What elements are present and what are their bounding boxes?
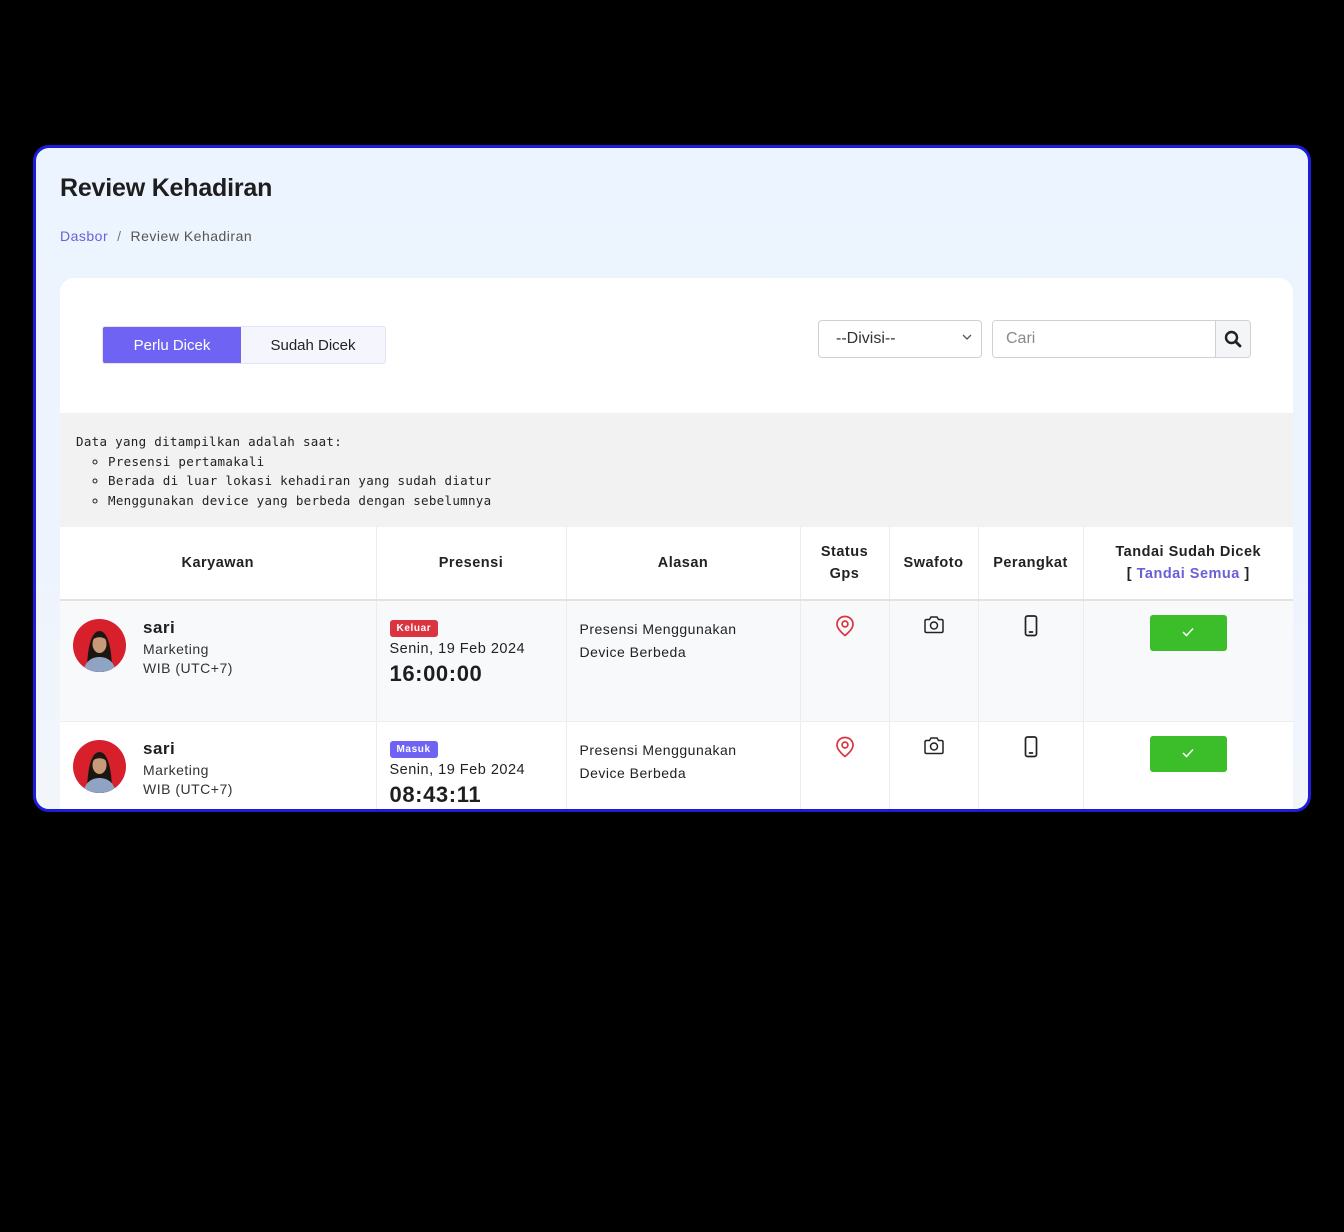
col-header-attendance: Presensi bbox=[376, 527, 567, 601]
search-input[interactable] bbox=[993, 321, 1215, 357]
employee-division: Marketing bbox=[143, 762, 209, 778]
camera-icon[interactable] bbox=[923, 615, 945, 635]
status-badge: Masuk bbox=[389, 741, 438, 758]
attendance-date: Senin, 19 Feb 2024 bbox=[389, 762, 526, 778]
status-badge: Keluar bbox=[389, 620, 439, 637]
col-header-mark-label: Tandai Sudah Dicek bbox=[1115, 544, 1262, 560]
col-header-selfie: Swafoto bbox=[889, 527, 979, 601]
person-photo-icon bbox=[83, 752, 116, 793]
mark-all-wrapper: [ Tandai Semua ] bbox=[1085, 563, 1293, 585]
device-cell bbox=[978, 721, 1084, 809]
col-header-reason: Alasan bbox=[566, 527, 801, 601]
breadcrumb-current: Review Kehadiran bbox=[130, 228, 253, 244]
map-pin-icon[interactable] bbox=[835, 615, 855, 637]
reason-text: Presensi Menggunakan Device Berbeda bbox=[579, 742, 737, 781]
breadcrumb-separator: / bbox=[117, 228, 122, 244]
breadcrumb: Dasbor / Review Kehadiran bbox=[60, 228, 252, 244]
device-cell bbox=[978, 600, 1084, 722]
gps-cell bbox=[800, 600, 890, 722]
reason-cell: Presensi Menggunakan Device Berbeda bbox=[566, 721, 801, 809]
tab-sudah-dicek[interactable]: Sudah Dicek bbox=[241, 327, 385, 363]
bracket-close: ] bbox=[1244, 566, 1250, 582]
attendance-time: 08:43:11 bbox=[389, 782, 482, 807]
mark-cell bbox=[1083, 721, 1293, 809]
employee-name: sari bbox=[143, 618, 176, 637]
attendance-time: 16:00:00 bbox=[389, 661, 483, 686]
attendance-table: Karyawan Presensi Alasan Status Gps Swaf… bbox=[60, 527, 1293, 809]
col-header-gps-line2: Gps bbox=[829, 566, 860, 582]
note-item: Berada di luar lokasi kehadiran yang sud… bbox=[108, 471, 1277, 491]
app-window: Review Kehadiran Dasbor / Review Kehadir… bbox=[33, 145, 1311, 812]
selfie-cell bbox=[889, 600, 979, 722]
main-card: Perlu Dicek Sudah Dicek --Divisi-- Data … bbox=[60, 278, 1293, 809]
col-header-mark: Tandai Sudah Dicek [ Tandai Semua ] bbox=[1083, 527, 1293, 601]
mark-cell bbox=[1083, 600, 1293, 722]
mobile-phone-icon[interactable] bbox=[1024, 736, 1038, 758]
person-photo-icon bbox=[83, 631, 116, 672]
reason-cell: Presensi Menggunakan Device Berbeda bbox=[566, 600, 801, 722]
attendance-cell: Masuk Senin, 19 Feb 2024 08:43:11 bbox=[376, 721, 567, 809]
search-button[interactable] bbox=[1215, 321, 1250, 357]
note-item: Menggunakan device yang berbeda dengan s… bbox=[108, 491, 1277, 511]
col-header-employee: Karyawan bbox=[60, 527, 377, 601]
status-tabs: Perlu Dicek Sudah Dicek bbox=[102, 326, 386, 364]
employee-cell: sari Marketing WIB (UTC+7) bbox=[60, 721, 377, 809]
table-row: sari Marketing WIB (UTC+7) Masuk Senin, … bbox=[60, 721, 1293, 809]
mobile-phone-icon[interactable] bbox=[1024, 615, 1038, 637]
info-note: Data yang ditampilkan adalah saat: Prese… bbox=[60, 413, 1293, 527]
division-select[interactable]: --Divisi-- bbox=[818, 320, 982, 358]
mark-checked-button[interactable] bbox=[1149, 615, 1227, 651]
map-pin-icon[interactable] bbox=[835, 736, 855, 758]
selfie-cell bbox=[889, 721, 979, 809]
mark-checked-button[interactable] bbox=[1149, 736, 1227, 772]
avatar bbox=[73, 740, 126, 793]
breadcrumb-home-link[interactable]: Dasbor bbox=[60, 228, 108, 244]
check-icon bbox=[1182, 627, 1194, 637]
search-icon bbox=[1224, 330, 1242, 348]
col-header-device: Perangkat bbox=[978, 527, 1084, 601]
note-item: Presensi pertamakali bbox=[108, 452, 1277, 472]
employee-timezone: WIB (UTC+7) bbox=[143, 660, 233, 676]
note-intro: Data yang ditampilkan adalah saat: bbox=[76, 434, 343, 449]
attendance-cell: Keluar Senin, 19 Feb 2024 16:00:00 bbox=[376, 600, 567, 722]
employee-timezone: WIB (UTC+7) bbox=[143, 781, 233, 797]
col-header-gps: Status Gps bbox=[800, 527, 890, 601]
search-box bbox=[992, 320, 1251, 358]
employee-division: Marketing bbox=[143, 641, 209, 657]
tab-perlu-dicek[interactable]: Perlu Dicek bbox=[103, 327, 241, 363]
gps-cell bbox=[800, 721, 890, 809]
division-select-value: --Divisi-- bbox=[836, 330, 896, 347]
col-header-gps-line1: Status bbox=[820, 544, 869, 560]
mark-all-link[interactable]: Tandai Semua bbox=[1137, 566, 1240, 582]
note-list: Presensi pertamakali Berada di luar loka… bbox=[76, 452, 1277, 511]
attendance-date: Senin, 19 Feb 2024 bbox=[389, 641, 526, 657]
employee-name: sari bbox=[143, 739, 176, 758]
bracket-open: [ bbox=[1126, 566, 1133, 582]
reason-text: Presensi Menggunakan Device Berbeda bbox=[579, 621, 737, 660]
camera-icon[interactable] bbox=[923, 736, 945, 756]
table-header-row: Karyawan Presensi Alasan Status Gps Swaf… bbox=[60, 527, 1293, 601]
chevron-down-icon bbox=[962, 334, 972, 340]
avatar bbox=[73, 619, 126, 672]
page-title: Review Kehadiran bbox=[60, 174, 273, 202]
employee-cell: sari Marketing WIB (UTC+7) bbox=[60, 600, 377, 722]
table-row: sari Marketing WIB (UTC+7) Keluar Senin,… bbox=[60, 600, 1293, 722]
check-icon bbox=[1182, 748, 1194, 758]
